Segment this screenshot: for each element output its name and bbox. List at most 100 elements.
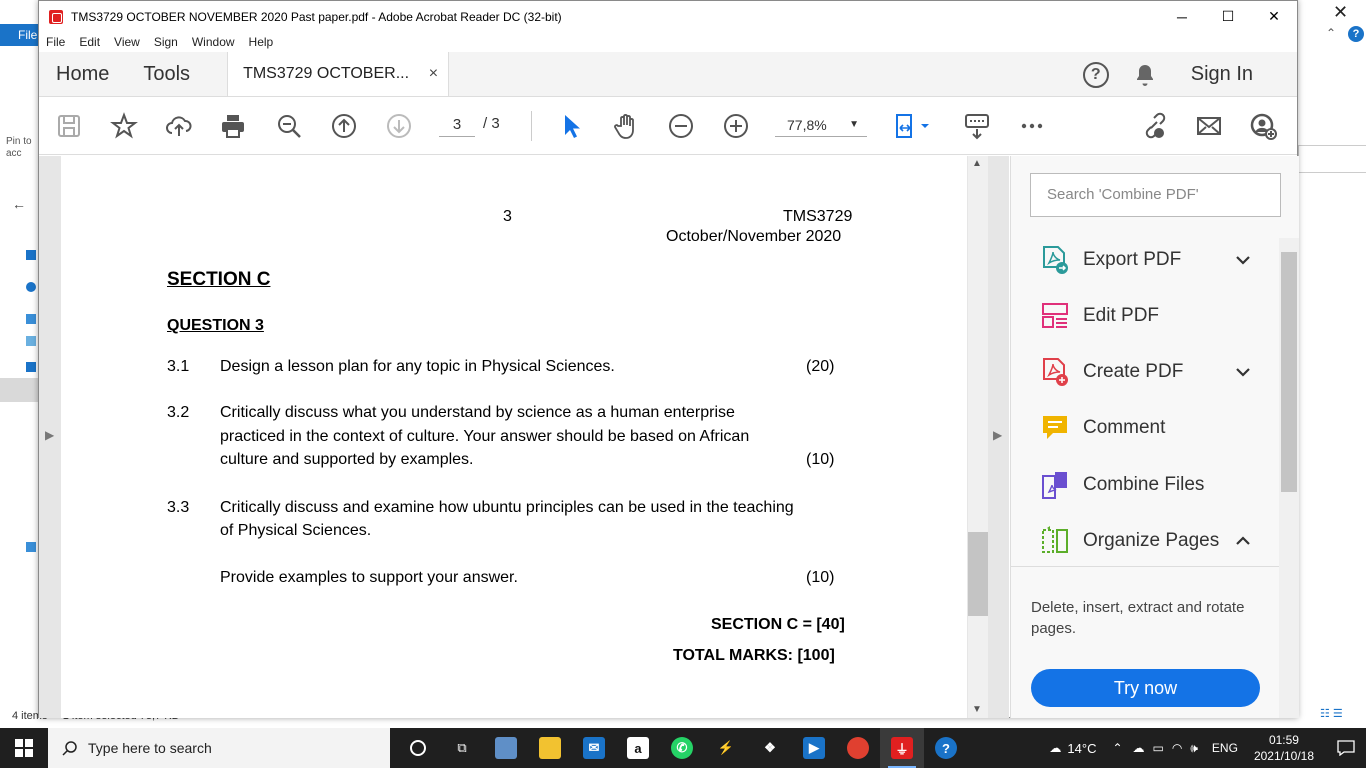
pdf-page: 3 TMS3729 October/November 2020 SECTION … (61, 156, 967, 718)
hand-tool-icon[interactable] (610, 110, 642, 142)
share-link-icon[interactable] (1137, 110, 1169, 142)
chrome-icon[interactable] (836, 728, 880, 768)
tool-combine-files[interactable]: Combine Files (1041, 470, 1251, 500)
menu-file[interactable]: File (46, 35, 65, 49)
file-explorer-open-icon[interactable] (484, 728, 528, 768)
explorer-selected-row[interactable] (0, 378, 38, 402)
scrollbar-thumb[interactable] (968, 532, 988, 616)
collapse-right-pane-icon[interactable]: ▶ (993, 428, 1002, 442)
tab-document[interactable]: TMS3729 OCTOBER... × (227, 52, 450, 96)
whatsapp-icon[interactable]: ✆ (660, 728, 704, 768)
tools-search-input[interactable]: Search 'Combine PDF' (1030, 173, 1281, 217)
select-cursor-icon[interactable] (555, 110, 587, 142)
scroll-down-icon[interactable]: ▼ (972, 704, 982, 715)
maximize-button[interactable]: ☐ (1205, 8, 1251, 25)
media-player-icon[interactable]: ▶ (792, 728, 836, 768)
zoom-in-icon[interactable] (720, 110, 752, 142)
close-button[interactable]: ✕ (1251, 8, 1297, 25)
explorer-close-icon[interactable]: ✕ (1333, 2, 1348, 23)
desktop-icon[interactable] (26, 362, 36, 372)
mail-icon[interactable]: ✉ (572, 728, 616, 768)
tab-home[interactable]: Home (39, 52, 126, 96)
tab-close-icon[interactable]: × (429, 65, 438, 83)
tool-comment[interactable]: Comment (1041, 413, 1251, 443)
expand-left-pane-icon[interactable]: ▶ (45, 428, 54, 442)
notification-center-icon[interactable] (1326, 728, 1366, 768)
menu-view[interactable]: View (114, 35, 140, 49)
temperature[interactable]: 14°C (1067, 741, 1096, 756)
tool-organize-pages[interactable]: Organize Pages (1041, 526, 1251, 556)
dropbox-icon[interactable]: ❖ (748, 728, 792, 768)
add-user-icon[interactable] (1247, 110, 1279, 142)
view-mode-icons[interactable]: ☷ ☰ (1320, 707, 1343, 720)
this-pc-icon[interactable] (26, 314, 36, 324)
previous-page-icon[interactable] (328, 110, 360, 142)
bookmark-star-icon[interactable] (108, 110, 140, 142)
onedrive-icon[interactable] (26, 282, 36, 292)
battery-icon[interactable]: ▭ (1153, 741, 1164, 755)
help-taskbar-icon[interactable]: ? (924, 728, 968, 768)
tool-edit-pdf[interactable]: Edit PDF (1041, 301, 1251, 331)
more-options-icon[interactable] (1016, 110, 1048, 142)
zoom-search-icon[interactable] (273, 110, 305, 142)
volume-icon[interactable]: 🕪 (1190, 741, 1198, 756)
question-text: Critically discuss and examine how ubunt… (220, 499, 794, 516)
question-text: Critically discuss what you understand b… (220, 404, 735, 421)
acrobat-taskbar-icon[interactable]: ⏚ (880, 728, 924, 768)
explorer-file-tab[interactable]: File (0, 24, 40, 46)
menu-sign[interactable]: Sign (154, 35, 178, 49)
tray-expand-icon[interactable]: ⌃ (1112, 741, 1122, 755)
taskbar-clock[interactable]: 01:59 2021/10/18 (1254, 732, 1314, 764)
document-viewer[interactable]: ▶ 3 TMS3729 October/November 2020 SECTIO… (39, 156, 1009, 718)
sign-in-button[interactable]: Sign In (1191, 63, 1253, 86)
menu-edit[interactable]: Edit (79, 35, 100, 49)
amazon-icon[interactable]: a (616, 728, 660, 768)
folder-icon[interactable] (26, 336, 36, 346)
tools-scrollbar-thumb[interactable] (1281, 252, 1297, 492)
help-icon[interactable]: ? (1082, 61, 1109, 88)
explorer-search-box[interactable] (1298, 145, 1366, 173)
winamp-icon[interactable]: ⚡ (704, 728, 748, 768)
zoom-level-dropdown[interactable]: 77,8% ▼ (775, 113, 867, 137)
menu-window[interactable]: Window (192, 35, 235, 49)
taskbar-search-box[interactable]: Type here to search (48, 728, 390, 768)
email-icon[interactable] (1193, 110, 1225, 142)
zoom-out-icon[interactable] (665, 110, 697, 142)
input-language[interactable]: ENG (1212, 741, 1238, 755)
weather-icon[interactable]: ☁ (1049, 741, 1061, 755)
onedrive-tray-icon[interactable]: ☁ (1133, 741, 1145, 755)
chevron-down-icon[interactable] (1235, 364, 1251, 380)
scroll-mode-icon[interactable] (961, 110, 993, 142)
wifi-icon[interactable]: ◠ (1172, 741, 1182, 755)
save-icon[interactable] (53, 110, 85, 142)
menu-help[interactable]: Help (249, 35, 274, 49)
notifications-bell-icon[interactable] (1133, 63, 1157, 87)
chevron-up-icon[interactable] (1235, 533, 1251, 549)
fit-page-icon[interactable] (891, 110, 935, 142)
start-button[interactable] (0, 728, 48, 768)
tool-description: Delete, insert, extract and rotate pages… (1031, 599, 1245, 637)
explorer-help-icon[interactable]: ? (1348, 26, 1364, 42)
scroll-up-icon[interactable]: ▲ (972, 158, 982, 169)
minimize-button[interactable]: ─ (1159, 9, 1205, 25)
network-icon[interactable] (26, 542, 36, 552)
upload-cloud-icon[interactable] (163, 110, 195, 142)
print-icon[interactable] (217, 110, 249, 142)
quick-access-icon[interactable] (26, 250, 36, 260)
pin-to-quick-access[interactable]: Pin to acc (6, 136, 32, 160)
next-page-icon[interactable] (383, 110, 415, 142)
tab-tools[interactable]: Tools (126, 52, 207, 96)
try-now-button[interactable]: Try now (1031, 669, 1260, 707)
tool-create-pdf[interactable]: Create PDF (1041, 357, 1251, 387)
page-total-label: / 3 (483, 115, 500, 132)
page-number-input[interactable]: 3 (439, 113, 475, 137)
back-arrow-icon[interactable]: ← (12, 196, 26, 212)
cortana-icon[interactable] (396, 728, 440, 768)
file-explorer-icon[interactable] (528, 728, 572, 768)
chevron-down-icon[interactable] (1235, 252, 1251, 268)
task-view-icon[interactable]: ⧉ (440, 728, 484, 768)
document-scrollbar[interactable]: ▲ ▼ (968, 156, 988, 718)
tools-pane-scrollbar[interactable] (1279, 238, 1299, 718)
tool-export-pdf[interactable]: Export PDF (1041, 245, 1251, 275)
ribbon-collapse-icon[interactable]: ⌃ (1326, 26, 1336, 40)
